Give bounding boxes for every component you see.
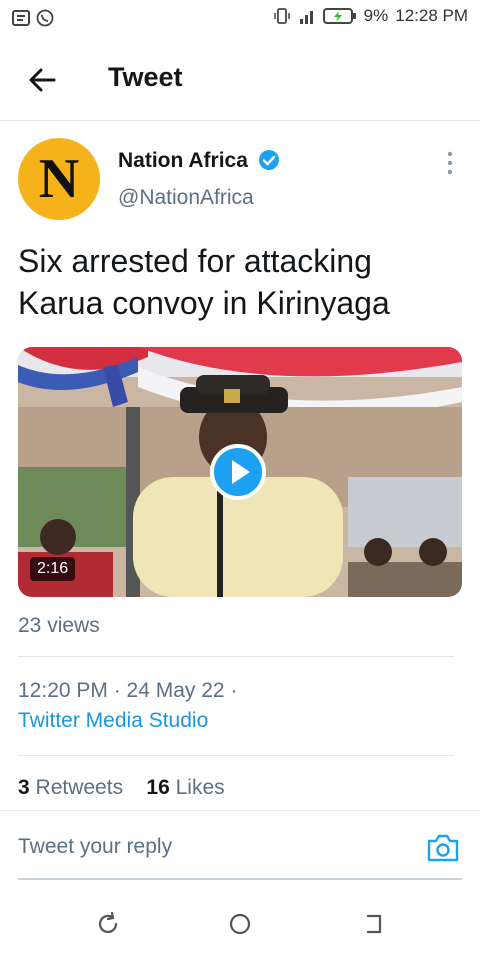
likes-count: 16 — [146, 776, 170, 799]
reply-bar: Tweet your reply — [0, 810, 480, 881]
author-handle[interactable]: @NationAfrica — [118, 186, 254, 210]
retweets-link[interactable]: 3 Retweets — [18, 776, 123, 799]
reply-input[interactable]: Tweet your reply — [18, 835, 172, 859]
avatar-letter: N — [38, 148, 80, 210]
avatar[interactable]: N — [18, 138, 100, 220]
status-time: 12:28 PM — [395, 6, 468, 25]
status-bar: 9% 12:28 PM — [0, 0, 480, 36]
system-nav-bar — [0, 896, 480, 960]
play-button-icon[interactable] — [210, 444, 266, 500]
divider — [18, 755, 454, 756]
video-duration: 2:16 — [30, 557, 76, 581]
engagement-stats: 3 Retweets 16 Likes — [18, 776, 225, 800]
reply-underline — [18, 878, 462, 880]
back-nav-icon[interactable] — [360, 910, 388, 938]
home-icon[interactable] — [226, 910, 254, 938]
notification-icon — [12, 10, 30, 26]
view-count: 23 views — [18, 614, 100, 637]
retweets-label: Retweets — [35, 776, 124, 799]
battery-icon — [322, 8, 356, 24]
header: Tweet — [0, 40, 480, 121]
recent-apps-icon[interactable] — [94, 910, 122, 938]
tweet-text: Six arrested for attacking Karua convoy … — [18, 243, 390, 321]
timestamp: 12:20 PM · 24 May 22 · — [18, 679, 238, 702]
source-link[interactable]: Twitter Media Studio — [18, 709, 208, 733]
whatsapp-icon — [36, 9, 54, 27]
page-title: Tweet — [108, 62, 183, 92]
verified-badge-icon — [259, 150, 279, 170]
video-thumbnail[interactable]: 2:16 — [18, 347, 462, 597]
camera-icon[interactable] — [426, 833, 460, 863]
author-name[interactable]: Nation Africa — [118, 149, 248, 173]
more-options-icon[interactable] — [440, 150, 460, 176]
likes-label: Likes — [175, 776, 225, 799]
divider — [18, 656, 454, 657]
likes-link[interactable]: 16 Likes — [146, 776, 224, 799]
vibrate-icon — [273, 8, 290, 24]
signal-icon — [299, 11, 313, 24]
retweets-count: 3 — [18, 776, 30, 799]
battery-percent: 9% — [363, 6, 389, 25]
back-arrow-icon[interactable] — [24, 62, 60, 98]
